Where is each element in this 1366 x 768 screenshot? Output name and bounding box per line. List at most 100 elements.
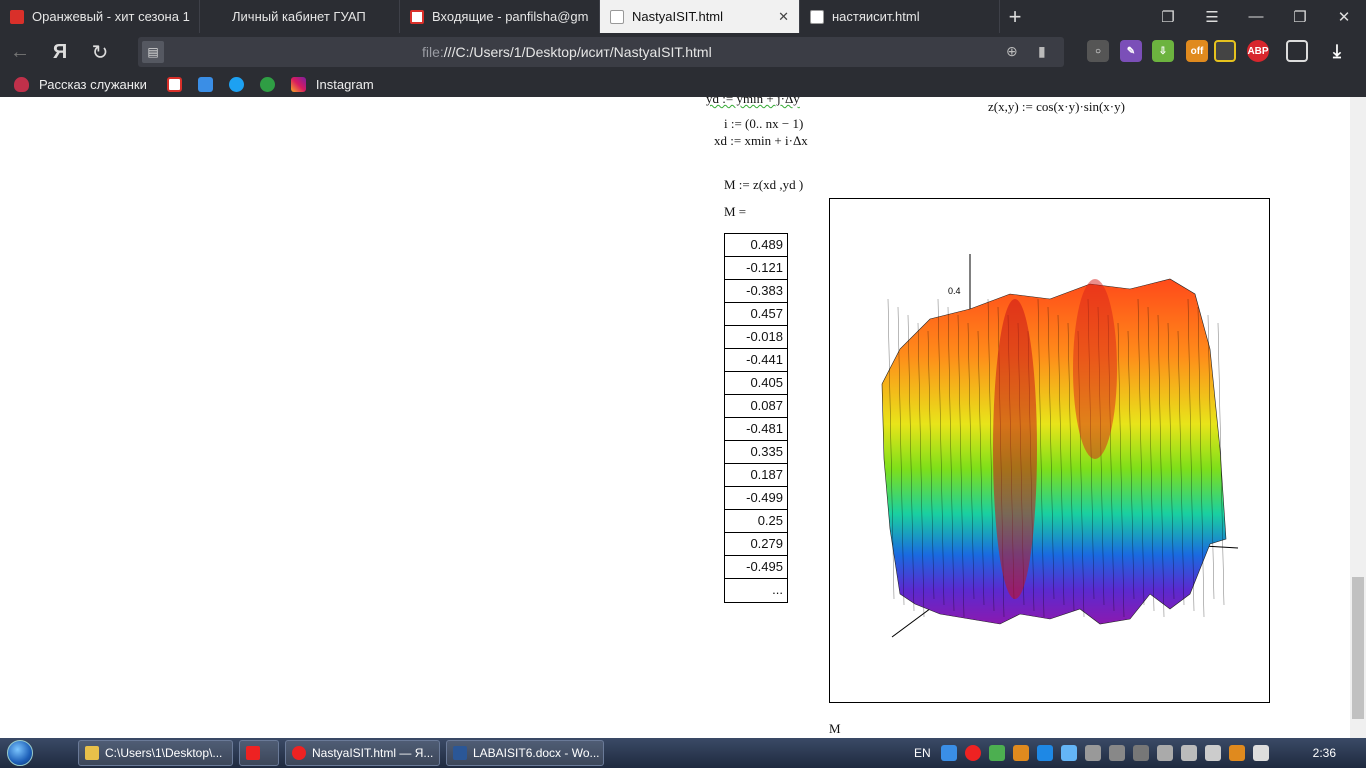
taskbar-browser[interactable]: NastyaISIT.html — Я... (285, 740, 440, 766)
tab-guap[interactable]: Личный кабинет ГУАП (200, 0, 400, 33)
tab-title: Личный кабинет ГУАП (232, 9, 366, 24)
youtube-icon (10, 9, 24, 24)
plot-caption: M (829, 721, 841, 736)
matrix-cell: 0.457 (725, 303, 787, 326)
tray-tools-icon[interactable] (1084, 745, 1101, 761)
opera-icon[interactable] (964, 745, 981, 761)
matrix-cell: 0.187 (725, 464, 787, 487)
surface-plot: 0.4 (829, 198, 1270, 703)
bookmark-icon (14, 76, 29, 92)
tray-app-icon[interactable] (940, 745, 957, 761)
matrix-cell: -0.018 (725, 326, 787, 349)
tray-shield-icon[interactable] (988, 745, 1005, 761)
surface-peak (993, 299, 1037, 599)
action-center-flag-icon[interactable] (1252, 745, 1269, 761)
tab-nastyaisit-ru[interactable]: настяисит.html (800, 0, 1000, 33)
tray-app-icon[interactable] (1012, 745, 1029, 761)
tab-strip: Оранжевый - хит сезона 1 Личный кабинет … (0, 0, 1366, 33)
bookmark-rasskaz[interactable]: Рассказ служанки (14, 76, 147, 92)
ring-extension-icon[interactable] (1214, 40, 1236, 62)
twitter-icon (228, 76, 244, 92)
download-helper-icon[interactable]: ⇩ (1152, 40, 1174, 62)
bookmarks-bar: Рассказ служанки Instagram (0, 71, 1366, 97)
url-text[interactable]: file:///C:/Users/1/Desktop/исит/NastyaIS… (422, 44, 712, 60)
zoom-icon[interactable]: ⊕ (1006, 43, 1018, 60)
taskbar-word[interactable]: LABAISIT6.docx - Wo... (446, 740, 604, 766)
minimize-icon[interactable]: — (1234, 0, 1278, 33)
off-extension-icon[interactable]: off (1186, 40, 1208, 62)
tab-gmail[interactable]: Входящие - panfilsha@gm (400, 0, 600, 33)
matrix-cell: -0.383 (725, 280, 787, 303)
network-signal-icon[interactable] (1204, 745, 1221, 761)
matrix-output-table: 0.489 -0.121 -0.383 0.457 -0.018 -0.441 0.405 0… (724, 233, 788, 603)
document-icon (810, 9, 824, 24)
matrix-cell: -0.121 (725, 257, 787, 280)
new-tab-button[interactable]: + (1000, 0, 1030, 33)
windows-logo-icon (7, 740, 33, 766)
tray-app-icon[interactable] (1228, 745, 1245, 761)
translate-icon[interactable] (1286, 40, 1308, 62)
tray-app-icon[interactable] (1132, 745, 1149, 761)
taskbar-yandex[interactable] (239, 740, 279, 766)
bookmark-page-icon[interactable]: ▮ (1038, 43, 1046, 60)
tabs-manager-icon[interactable]: ❐ (1146, 0, 1190, 33)
window-controls: ❐ ☰ — ❐ ✕ (1146, 0, 1366, 33)
bookmark-chat[interactable] (197, 76, 223, 92)
reload-button[interactable]: ↻ (80, 33, 120, 71)
tab-nastyaisit[interactable]: NastyaISIT.html ✕ (600, 0, 800, 33)
page-info-icon[interactable]: ▤ (142, 41, 164, 63)
tray-security-icon[interactable] (1036, 745, 1053, 761)
math-z-definition: z(x,y) := cos(x·y)·sin(x·y) (988, 99, 1125, 114)
bookmark-twitter[interactable] (228, 76, 254, 92)
bookmark-label: Рассказ служанки (39, 76, 147, 92)
math-M-definition: M := z(xd ,yd ) (724, 177, 804, 192)
close-window-icon[interactable]: ✕ (1322, 0, 1366, 33)
menu-icon[interactable]: ☰ (1190, 0, 1234, 33)
globe-icon (259, 76, 275, 92)
tray-app-icon[interactable] (1108, 745, 1125, 761)
matrix-cell: ... (772, 582, 783, 597)
matrix-cell: 0.489 (725, 234, 787, 257)
bookmark-gmail[interactable] (166, 76, 192, 92)
matrix-cell: 0.087 (725, 395, 787, 418)
tray-app-icon[interactable] (1060, 745, 1077, 761)
surface-peak (1073, 279, 1117, 459)
math-xd-definition: xd := xmin + i·Δx (714, 133, 808, 148)
math-M-equals: M = (724, 204, 747, 219)
tab-title: Входящие - panfilsha@gm (432, 9, 589, 24)
downloads-icon[interactable]: ⤓ (1326, 40, 1348, 62)
scrollbar-thumb[interactable] (1352, 577, 1364, 719)
page-scrollbar[interactable] (1350, 97, 1366, 738)
speaker-icon[interactable] (1180, 745, 1197, 761)
matrix-cell: 0.279 (725, 533, 787, 556)
restore-icon[interactable]: ❐ (1278, 0, 1322, 33)
tab-orange[interactable]: Оранжевый - хит сезона 1 (0, 0, 200, 33)
math-i-range: i := (0.. nx − 1) (724, 116, 804, 131)
language-indicator[interactable]: EN (914, 746, 931, 760)
taskbar-explorer[interactable]: C:\Users\1\Desktop\... (78, 740, 233, 766)
tray-app-icon[interactable] (1156, 745, 1173, 761)
plot-tick-label: 0.4 (948, 286, 961, 296)
close-tab-icon[interactable]: ✕ (778, 9, 789, 25)
system-tray: EN 2:36 (892, 738, 1336, 768)
start-button[interactable] (0, 738, 40, 768)
lightbulb-icon[interactable]: ○ (1087, 40, 1109, 62)
yandex-icon (246, 746, 260, 760)
chat-icon (197, 76, 213, 92)
gmail-icon (410, 9, 424, 24)
feather-icon[interactable]: ✎ (1120, 40, 1142, 62)
word-icon (453, 746, 467, 760)
yandex-home-button[interactable]: Я (40, 33, 80, 71)
back-button[interactable]: ← (0, 33, 40, 71)
bookmark-instagram[interactable]: Instagram (290, 76, 374, 92)
adblock-plus-icon[interactable]: ABP (1247, 40, 1269, 62)
tray-grip-icon (896, 745, 904, 761)
tab-title: настяисит.html (832, 9, 920, 24)
address-bar[interactable]: ▤ file:///C:/Users/1/Desktop/исит/Nastya… (138, 37, 1064, 67)
bookmark-globe[interactable] (259, 76, 285, 92)
matrix-cell: 0.25 (725, 510, 787, 533)
page-content: yd := ymin + j·Δy i := (0.. nx − 1) xd :… (0, 97, 1350, 738)
clock[interactable]: 2:36 (1313, 746, 1336, 760)
yandex-browser-icon (292, 746, 306, 760)
tab-title: NastyaISIT.html (632, 9, 724, 24)
